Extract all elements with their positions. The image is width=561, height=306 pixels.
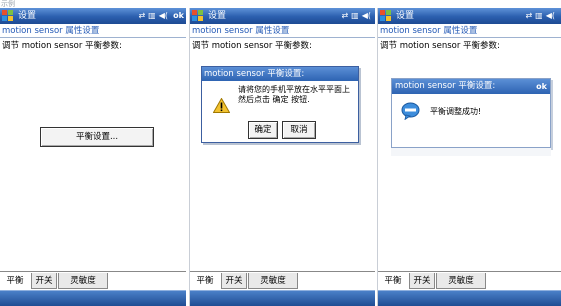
notification-shadow <box>391 148 551 156</box>
page-subtitle: motion sensor 属性设置 <box>0 25 186 38</box>
window-title: 设置 <box>18 11 37 21</box>
warning-icon <box>213 98 230 113</box>
tab-bar: 平衡 开关 灵敏度 <box>378 271 561 289</box>
caption: 示例 <box>1 0 15 8</box>
status-icons: ⇄ ▥ ◀( <box>138 10 168 22</box>
window-title: 设置 <box>396 11 415 21</box>
screen-balance-success: 设置 ⇄ ▥ ◀( motion sensor 属性设置 调节 motion s… <box>377 8 561 306</box>
tab-sensitivity[interactable]: 灵敏度 <box>436 273 486 289</box>
soft-key-bar <box>0 290 186 306</box>
notification-message: 平衡调整成功! <box>430 107 482 116</box>
dialog-message: 请将您的手机平放在水平平面上然后点击 确定 按钮. <box>238 85 350 104</box>
screen-balance-settings: 设置 ⇄ ▥ ◀( ok motion sensor 属性设置 调节 motio… <box>0 8 186 306</box>
notification-title: motion sensor 平衡设置: <box>392 79 550 94</box>
connectivity-icon[interactable]: ⇄ <box>341 10 348 22</box>
title-bar: 设置 ⇄ ▥ ◀( <box>378 8 561 24</box>
screen-balance-dialog: 设置 ⇄ ▥ ◀( motion sensor 属性设置 调节 motion s… <box>189 8 375 306</box>
window-title: 设置 <box>208 11 227 21</box>
soft-key-bar <box>378 290 561 306</box>
tab-balance[interactable]: 平衡 <box>0 273 30 289</box>
info-icon <box>401 102 420 120</box>
title-bar: 设置 ⇄ ▥ ◀( ok <box>0 8 186 24</box>
tab-switch[interactable]: 开关 <box>221 273 247 289</box>
tab-bar: 平衡 开关 灵敏度 <box>190 271 375 289</box>
volume-icon[interactable]: ◀( <box>362 10 371 22</box>
connectivity-icon[interactable]: ⇄ <box>138 10 145 22</box>
tab-sensitivity[interactable]: 灵敏度 <box>58 273 108 289</box>
instruction-text: 调节 motion sensor 平衡参数: <box>192 41 312 51</box>
connectivity-icon[interactable]: ⇄ <box>525 10 532 22</box>
tab-balance[interactable]: 平衡 <box>190 273 220 289</box>
signal-icon[interactable]: ▥ <box>535 10 543 22</box>
title-bar: 设置 ⇄ ▥ ◀( <box>190 8 375 24</box>
tab-balance[interactable]: 平衡 <box>378 273 408 289</box>
success-notification: motion sensor 平衡设置: ok 平衡调整成功! <box>391 78 551 148</box>
cancel-button[interactable]: 取消 <box>282 121 316 139</box>
balance-settings-button[interactable]: 平衡设置... <box>40 127 154 147</box>
soft-key-bar <box>190 290 375 306</box>
volume-icon[interactable]: ◀( <box>546 10 555 22</box>
balance-dialog: motion sensor 平衡设置: 请将您的手机平放在水平平面上然后点击 确… <box>201 66 359 143</box>
status-icons: ⇄ ▥ ◀( <box>341 10 371 22</box>
notification-ok-button[interactable]: ok <box>536 79 547 94</box>
confirm-button[interactable]: 确定 <box>248 121 278 139</box>
instruction-text: 调节 motion sensor 平衡参数: <box>2 41 122 51</box>
tab-bar: 平衡 开关 灵敏度 <box>0 271 186 289</box>
signal-icon[interactable]: ▥ <box>148 10 156 22</box>
tab-sensitivity[interactable]: 灵敏度 <box>248 273 298 289</box>
windows-start-icon[interactable] <box>380 10 392 22</box>
tab-switch[interactable]: 开关 <box>409 273 435 289</box>
ok-button[interactable]: ok <box>173 10 184 22</box>
status-icons: ⇄ ▥ ◀( <box>525 10 555 22</box>
windows-start-icon[interactable] <box>2 10 14 22</box>
dialog-title: motion sensor 平衡设置: <box>202 67 358 81</box>
signal-icon[interactable]: ▥ <box>351 10 359 22</box>
windows-start-icon[interactable] <box>192 10 204 22</box>
volume-icon[interactable]: ◀( <box>159 10 168 22</box>
tab-switch[interactable]: 开关 <box>31 273 57 289</box>
instruction-text: 调节 motion sensor 平衡参数: <box>380 41 500 51</box>
page-subtitle: motion sensor 属性设置 <box>190 25 375 38</box>
page-subtitle: motion sensor 属性设置 <box>378 25 561 38</box>
